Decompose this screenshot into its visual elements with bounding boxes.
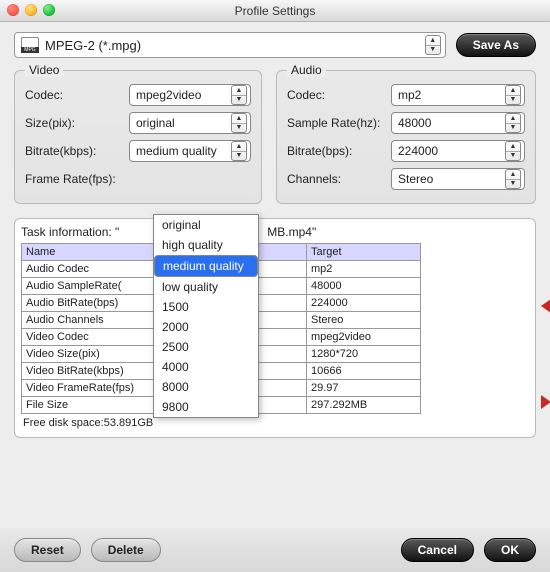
- row-target: 224000: [307, 295, 421, 312]
- video-bitrate-select[interactable]: medium quality ▲▼: [129, 140, 251, 162]
- stepper-icon[interactable]: ▲▼: [505, 85, 521, 105]
- close-icon[interactable]: [7, 4, 19, 16]
- video-codec-label: Codec:: [25, 88, 123, 102]
- dropdown-option[interactable]: 9800: [154, 397, 258, 417]
- audio-channels-value: Stereo: [398, 172, 505, 186]
- window-title: Profile Settings: [0, 4, 550, 18]
- delete-button[interactable]: Delete: [91, 538, 161, 562]
- audio-bitrate-label: Bitrate(bps):: [287, 144, 385, 158]
- window-controls: [7, 4, 55, 16]
- audio-fieldset: Audio Codec: mp2 ▲▼ Sample Rate(hz): 480…: [276, 70, 536, 204]
- row-target: 29.97: [307, 380, 421, 397]
- mpg-file-icon: [21, 37, 39, 53]
- stepper-icon[interactable]: ▲▼: [231, 141, 247, 161]
- stepper-icon[interactable]: ▲▼: [505, 113, 521, 133]
- video-legend: Video: [25, 63, 63, 77]
- video-bitrate-value: medium quality: [136, 144, 231, 158]
- audio-legend: Audio: [287, 63, 326, 77]
- reset-button[interactable]: Reset: [14, 538, 81, 562]
- video-bitrate-dropdown[interactable]: originalhigh qualitymedium qualitylow qu…: [153, 214, 259, 418]
- zoom-icon[interactable]: [43, 4, 55, 16]
- task-information-panel: Task information: "MB.mp4" Name Target A…: [14, 218, 536, 438]
- prev-arrows[interactable]: [539, 299, 550, 313]
- stepper-icon[interactable]: ▲▼: [231, 85, 247, 105]
- video-codec-select[interactable]: mpeg2video ▲▼: [129, 84, 251, 106]
- dropdown-option[interactable]: 2500: [154, 337, 258, 357]
- minimize-icon[interactable]: [25, 4, 37, 16]
- audio-codec-value: mp2: [398, 88, 505, 102]
- audio-bitrate-value: 224000: [398, 144, 505, 158]
- profile-select-label: MPEG-2 (*.mpg): [45, 38, 419, 53]
- dropdown-option[interactable]: 2000: [154, 317, 258, 337]
- video-codec-value: mpeg2video: [136, 88, 231, 102]
- video-size-label: Size(pix):: [25, 116, 123, 130]
- video-fieldset: Video Codec: mpeg2video ▲▼ Size(pix): or…: [14, 70, 262, 204]
- audio-channels-select[interactable]: Stereo ▲▼: [391, 168, 525, 190]
- video-size-value: original: [136, 116, 231, 130]
- dropdown-option[interactable]: low quality: [154, 277, 258, 297]
- row-target: 1280*720: [307, 346, 421, 363]
- audio-channels-label: Channels:: [287, 172, 385, 186]
- audio-codec-select[interactable]: mp2 ▲▼: [391, 84, 525, 106]
- task-title: Task information: "MB.mp4": [21, 225, 529, 239]
- video-size-select[interactable]: original ▲▼: [129, 112, 251, 134]
- profile-select[interactable]: MPEG-2 (*.mpg) ▲▼: [14, 32, 446, 58]
- dropdown-option[interactable]: 1500: [154, 297, 258, 317]
- video-framerate-label: Frame Rate(fps):: [25, 172, 123, 186]
- dropdown-option[interactable]: 4000: [154, 357, 258, 377]
- audio-samplerate-label: Sample Rate(hz):: [287, 116, 385, 130]
- dropdown-option[interactable]: original: [154, 215, 258, 235]
- audio-samplerate-select[interactable]: 48000 ▲▼: [391, 112, 525, 134]
- dropdown-option[interactable]: 8000: [154, 377, 258, 397]
- dropdown-option[interactable]: medium quality: [154, 255, 258, 277]
- free-disk-space: Free disk space:53.891GB: [23, 417, 529, 429]
- audio-samplerate-value: 48000: [398, 116, 505, 130]
- audio-codec-label: Codec:: [287, 88, 385, 102]
- stepper-icon[interactable]: ▲▼: [231, 113, 247, 133]
- row-target: Stereo: [307, 312, 421, 329]
- audio-bitrate-select[interactable]: 224000 ▲▼: [391, 140, 525, 162]
- stepper-icon[interactable]: ▲▼: [505, 141, 521, 161]
- bottom-bar: Reset Delete Cancel OK: [0, 528, 550, 572]
- save-as-button[interactable]: Save As: [456, 33, 536, 57]
- row-target: mpeg2video: [307, 329, 421, 346]
- ok-button[interactable]: OK: [484, 538, 536, 562]
- stepper-icon[interactable]: ▲▼: [425, 35, 441, 55]
- row-target: 10666: [307, 363, 421, 380]
- row-target: mp2: [307, 261, 421, 278]
- titlebar: Profile Settings: [0, 0, 550, 22]
- row-target: 297.292MB: [307, 397, 421, 414]
- stepper-icon[interactable]: ▲▼: [505, 169, 521, 189]
- next-arrows[interactable]: [539, 395, 550, 409]
- video-bitrate-label: Bitrate(kbps):: [25, 144, 123, 158]
- dropdown-option[interactable]: high quality: [154, 235, 258, 255]
- cancel-button[interactable]: Cancel: [401, 538, 474, 562]
- row-target: 48000: [307, 278, 421, 295]
- col-target: Target: [307, 244, 421, 261]
